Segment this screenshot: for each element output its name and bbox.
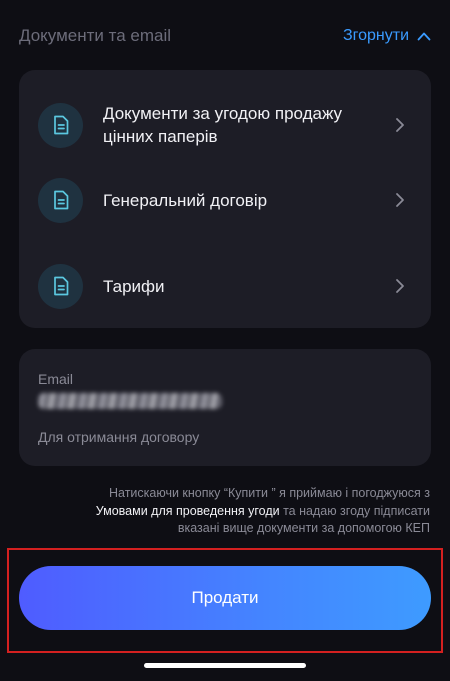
chevron-right-icon bbox=[396, 279, 404, 293]
document-icon bbox=[38, 177, 83, 223]
consent-line-1: Натискаючи кнопку “Купити ” я приймаю і … bbox=[108, 486, 430, 500]
document-label: Генеральний договір bbox=[103, 190, 268, 210]
document-label: Тарифи bbox=[103, 276, 165, 296]
sell-button-label: Продати bbox=[191, 588, 259, 607]
consent-line-2: Умовами для проведення угоди та надаю зг… bbox=[30, 503, 430, 521]
email-value-redacted bbox=[38, 393, 222, 409]
home-indicator[interactable] bbox=[144, 663, 306, 668]
document-item-general-agreement[interactable]: Генеральний договір bbox=[19, 170, 431, 230]
collapse-button[interactable]: Згорнути bbox=[343, 27, 431, 45]
consent-text: Натискаючи кнопку “Купити ” я приймаю і … bbox=[30, 485, 430, 538]
document-item-sale-agreement[interactable]: Документи за угодою продажу цінних папер… bbox=[19, 95, 431, 155]
terms-link[interactable]: Умовами для проведення угоди bbox=[96, 504, 280, 518]
chevron-right-icon bbox=[396, 118, 404, 132]
consent-line-2-text: та надаю згоду підписати bbox=[279, 503, 430, 518]
sell-button[interactable]: Продати bbox=[19, 566, 431, 630]
consent-line-3: вказані вище документи за допомогою КЕП bbox=[177, 521, 430, 535]
email-hint: Для отримання договору bbox=[38, 429, 200, 445]
collapse-label: Згорнути bbox=[342, 27, 409, 44]
section-header: Документи та email Згорнути bbox=[19, 22, 431, 50]
documents-card: Документи за угодою продажу цінних папер… bbox=[19, 70, 431, 328]
document-label: Документи за угодою продажу цінних папер… bbox=[103, 104, 343, 146]
email-label: Email bbox=[38, 371, 74, 387]
email-field[interactable]: Email Для отримання договору bbox=[19, 349, 431, 466]
chevron-right-icon bbox=[396, 193, 404, 207]
document-icon bbox=[38, 263, 83, 309]
section-title: Документи та email bbox=[19, 26, 172, 45]
document-item-tariffs[interactable]: Тарифи bbox=[19, 256, 431, 316]
document-icon bbox=[38, 102, 83, 148]
chevron-up-icon bbox=[417, 32, 431, 41]
